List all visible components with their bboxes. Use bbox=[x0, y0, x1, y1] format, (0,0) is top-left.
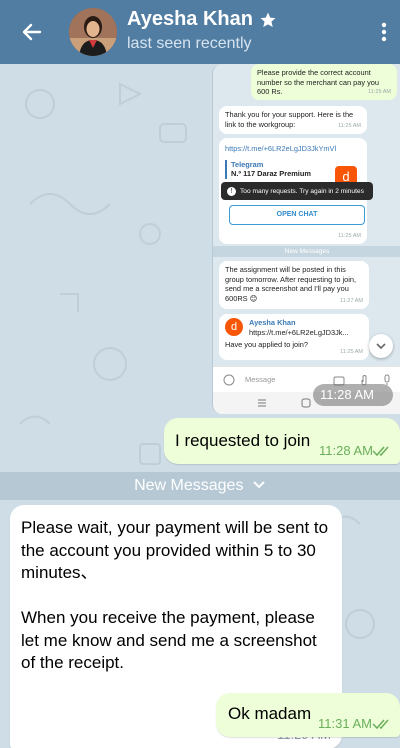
message-text: Please wait, your payment will be sent t… bbox=[21, 518, 329, 672]
chevron-down-icon bbox=[253, 481, 265, 489]
back-arrow-icon[interactable] bbox=[20, 20, 44, 44]
embedded-message: Please provide the correct account numbe… bbox=[251, 64, 397, 100]
outgoing-message[interactable]: Ok madam 11:31 AM bbox=[216, 693, 400, 737]
message-time: 11:28 AM bbox=[319, 443, 373, 458]
embedded-time-overlay: 11:28 AM bbox=[313, 384, 393, 406]
embedded-message-time: 11:27 AM bbox=[340, 298, 363, 305]
embedded-screenshot[interactable]: Please provide the correct account numbe… bbox=[212, 64, 400, 414]
embedded-reply-message: d Ayesha Khan https://t.me/+6LR2eLgJD3Jk… bbox=[219, 314, 369, 360]
message-text: Ok madam bbox=[228, 704, 312, 723]
chat-area[interactable]: Please provide the correct account numbe… bbox=[0, 64, 400, 748]
message-text: I requested to join bbox=[175, 431, 311, 450]
reply-avatar: d bbox=[225, 318, 243, 336]
embedded-message-time: 11:25 AM bbox=[340, 349, 363, 356]
emoji-icon bbox=[223, 374, 235, 386]
embedded-message-text: Please provide the correct account numbe… bbox=[257, 68, 380, 97]
double-check-icon bbox=[372, 719, 389, 730]
new-messages-divider: New Messages bbox=[0, 472, 400, 500]
info-icon: ! bbox=[227, 186, 236, 196]
embedded-time-text: 11:28 AM bbox=[320, 387, 374, 402]
menu-icon bbox=[258, 399, 266, 407]
embedded-new-messages-divider: New Messages bbox=[213, 246, 400, 257]
embedded-message-text: The assignment will be posted in this gr… bbox=[225, 265, 357, 303]
embedded-message: The assignment will be posted in this gr… bbox=[219, 261, 369, 309]
embedded-message-time: 11:25 AM bbox=[368, 89, 391, 96]
new-messages-label: New Messages bbox=[134, 477, 244, 494]
embedded-message: Thank you for your support. Here is the … bbox=[219, 106, 367, 134]
chat-header: Ayesha Khan last seen recently bbox=[0, 0, 400, 64]
home-icon bbox=[301, 398, 311, 408]
reply-quote: https://t.me/+6LR2eLgJD3Jk... bbox=[249, 327, 349, 337]
rate-limit-toast: ! Too many requests. Try again in 2 minu… bbox=[221, 182, 373, 200]
open-chat-button[interactable]: OPEN CHAT bbox=[229, 205, 365, 225]
outgoing-message[interactable]: I requested to join 11:28 AM bbox=[164, 418, 400, 464]
embedded-link[interactable]: https://t.me/+6LR2eLgJD3JkYmVl bbox=[225, 144, 361, 154]
last-seen-status: last seen recently bbox=[127, 35, 252, 52]
input-placeholder: Message bbox=[245, 375, 276, 384]
embedded-message-time: 11:25 AM bbox=[338, 123, 361, 130]
chat-title[interactable]: Ayesha Khan bbox=[127, 8, 277, 31]
embedded-message-time: 11:25 AM bbox=[338, 233, 361, 240]
chevron-down-icon bbox=[376, 343, 386, 350]
message-time: 11:31 AM bbox=[318, 716, 372, 731]
contact-name: Ayesha Khan bbox=[127, 8, 253, 30]
star-icon bbox=[260, 12, 276, 27]
reply-name: Ayesha Khan bbox=[249, 318, 296, 327]
scroll-down-button[interactable] bbox=[369, 334, 393, 358]
embedded-message-text: Thank you for your support. Here is the … bbox=[225, 110, 354, 129]
avatar[interactable] bbox=[69, 8, 117, 56]
more-options-icon[interactable] bbox=[376, 20, 392, 44]
toast-text: Too many requests. Try again in 2 minute… bbox=[240, 187, 364, 195]
double-check-icon bbox=[372, 446, 389, 457]
